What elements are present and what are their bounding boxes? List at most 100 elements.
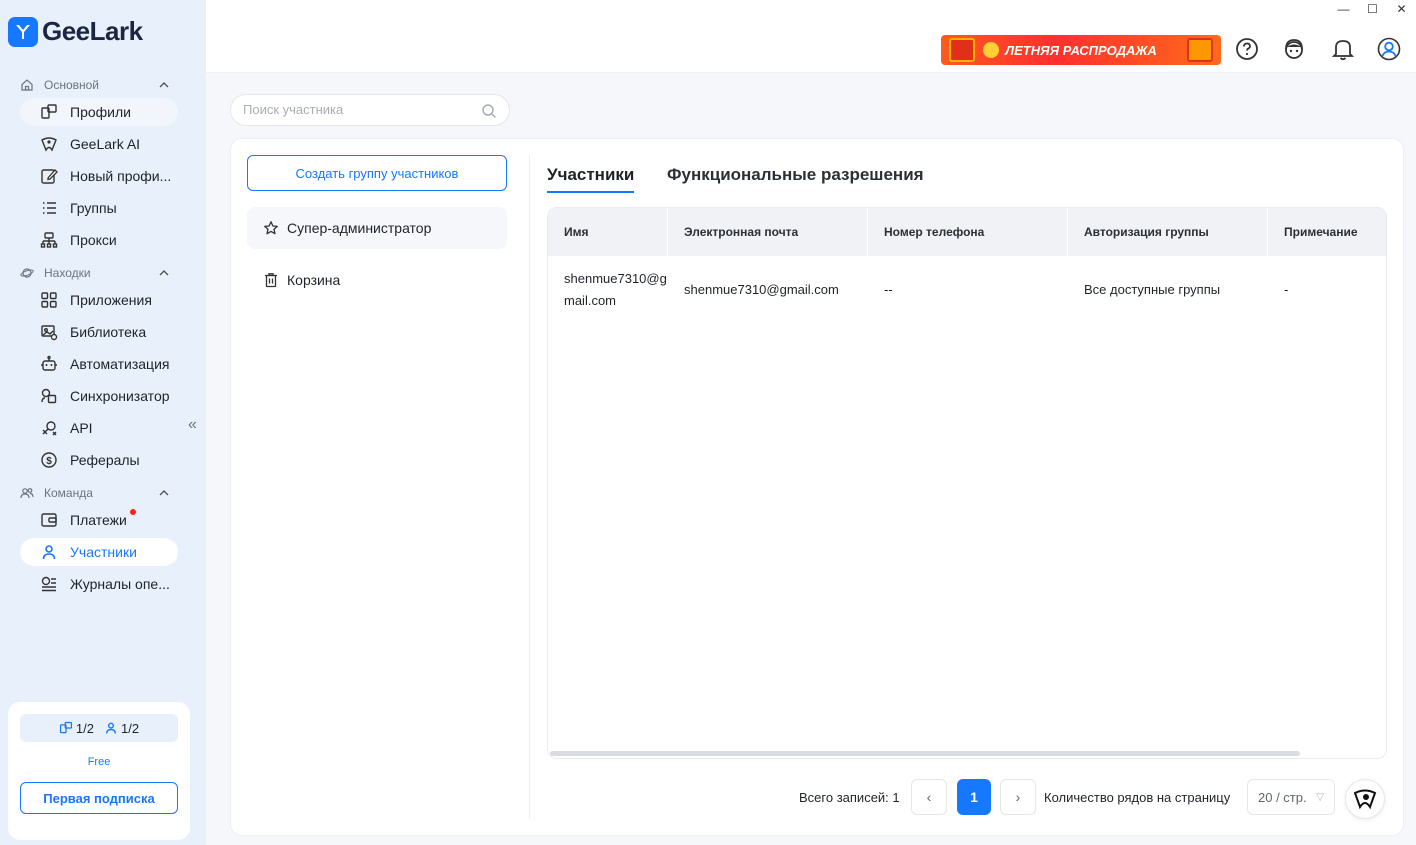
sidebar-item-new-profile[interactable]: Новый профи... [20,162,178,190]
scrollbar-thumb[interactable] [550,751,1300,756]
horizontal-scrollbar[interactable] [548,750,1386,758]
column-header-name: Имя [548,208,668,256]
cell-group-auth: Все доступные группы [1084,281,1221,297]
group-super-admin[interactable]: Супер-администратор [247,207,507,249]
chevron-down-icon: ▽ [1316,792,1324,803]
maximize-button[interactable]: ☐ [1358,0,1387,18]
sidebar-item-api[interactable]: API [20,414,178,442]
section-main[interactable]: Основной [20,78,170,92]
sidebar-item-label: Рефералы [70,452,140,468]
section-discoveries[interactable]: Находки [20,266,170,280]
rows-per-page: Количество рядов на страницу [1044,779,1230,815]
section-label: Команда [44,486,93,500]
group-trash[interactable]: Корзина [247,259,507,301]
close-button[interactable]: ✕ [1387,0,1416,18]
first-subscription-button[interactable]: Первая подписка [20,782,178,814]
members-quota-value: 1/2 [121,720,140,736]
sidebar-item-label: Прокси [70,232,117,248]
page-size-value: 20 / стр. [1258,789,1307,805]
rows-per-page-label: Количество рядов на страницу [1044,789,1231,805]
column-header-email: Электронная почта [668,208,868,256]
sidebar-item-profiles[interactable]: Профили [20,98,178,126]
sidebar-item-proxy[interactable]: Прокси [20,226,178,254]
sidebar-item-label: Группы [70,200,117,216]
app-logo[interactable]: GeeLark [8,16,143,47]
create-member-group-button[interactable]: Создать группу участников [247,155,507,191]
page-1-button[interactable]: 1 [957,779,991,815]
tab-functional-permissions[interactable]: Функциональные разрешения [667,165,924,185]
sidebar-item-automation[interactable]: Автоматизация [20,350,178,378]
chevron-up-icon[interactable] [158,487,170,499]
sidebar-item-label: Участники [70,544,137,560]
next-page-button[interactable]: › [1000,779,1036,815]
sidebar: GeeLark Основной Профили GeeLark AI Новы… [0,0,206,845]
sidebar-item-apps[interactable]: Приложения [20,286,178,314]
collapse-sidebar-button[interactable]: « [188,416,197,434]
search-icon[interactable] [481,103,497,119]
cell-note: - [1284,281,1289,297]
column-header-group-auth: Авторизация группы [1068,208,1268,256]
section-label: Находки [44,266,91,280]
cell-name: shenmue7310@gmail.com [564,271,667,308]
gift-icon [949,38,975,62]
plan-quota: 1/2 1/2 [20,714,178,742]
section-team[interactable]: Команда [20,486,170,500]
prev-page-button[interactable]: ‹ [911,779,947,815]
ai-icon [41,137,57,152]
window-controls: — ☐ ✕ [1329,0,1416,18]
sidebar-item-referrals[interactable]: $ Рефералы [20,446,178,474]
apps-icon [41,292,57,308]
help-icon[interactable] [1234,36,1260,62]
assistant-eye-button[interactable] [1345,779,1385,819]
team-icon [20,488,34,499]
member-search[interactable] [230,94,510,126]
sidebar-item-payments[interactable]: Платежи [20,506,178,534]
sidebar-item-library[interactable]: Библиотека [20,318,178,346]
chevron-up-icon[interactable] [158,79,170,91]
sync-icon [41,388,57,404]
sidebar-item-groups[interactable]: Группы [20,194,178,222]
account-icon[interactable] [1376,36,1402,62]
top-bar: — ☐ ✕ ЛЕТНЯЯ РАСПРОДАЖА [206,0,1416,73]
robot-icon [41,355,57,371]
profiles-quota: 1/2 [59,721,94,736]
sidebar-item-label: API [70,420,93,436]
profiles-icon [41,104,57,119]
column-header-note: Примечание [1268,208,1386,256]
wallet-icon [41,513,57,527]
sidebar-item-members[interactable]: Участники [20,538,178,566]
bell-icon[interactable] [1330,36,1356,62]
sidebar-item-label: Журналы опе... [70,576,170,592]
cell-phone: -- [884,281,893,297]
page-size-select[interactable]: 20 / стр. ▽ [1247,779,1335,815]
minimize-button[interactable]: — [1329,0,1358,18]
total-records-label: Всего записей: 1 [799,789,900,805]
sidebar-item-label: Профили [70,104,131,120]
star-icon [264,221,278,235]
chevron-up-icon[interactable] [158,267,170,279]
table-row[interactable]: shenmue7310@gmail.com shenmue7310@gmail.… [548,256,1386,322]
trash-icon [265,273,277,288]
sidebar-item-operation-logs[interactable]: Журналы опе... [20,570,178,598]
search-input[interactable] [243,102,473,117]
edit-icon [41,169,58,184]
support-agent-icon[interactable] [1281,36,1307,62]
summer-sale-banner[interactable]: ЛЕТНЯЯ РАСПРОДАЖА [941,35,1221,65]
cell-email: shenmue7310@gmail.com [684,281,839,297]
members-table: Имя Электронная почта Номер телефона Авт… [547,207,1387,759]
sidebar-item-geelark-ai[interactable]: GeeLark AI [20,130,178,158]
user-icon [106,722,116,734]
promo-label: ЛЕТНЯЯ РАСПРОДАЖА [1005,42,1157,58]
total-records: Всего записей: 1 [799,779,900,815]
sidebar-item-label: Библиотека [70,324,147,340]
sidebar-item-synchronizer[interactable]: Синхронизатор [20,382,178,410]
planet-icon [20,268,34,278]
panel-divider [529,155,530,819]
app-name: GeeLark [42,16,143,46]
group-label: Супер-администратор [287,220,432,236]
coin-icon [983,42,999,58]
sidebar-item-label: Новый профи... [70,168,172,184]
tab-members[interactable]: Участники [547,165,635,193]
sidebar-item-label: Приложения [70,292,152,308]
sidebar-item-label: Автоматизация [70,356,170,372]
